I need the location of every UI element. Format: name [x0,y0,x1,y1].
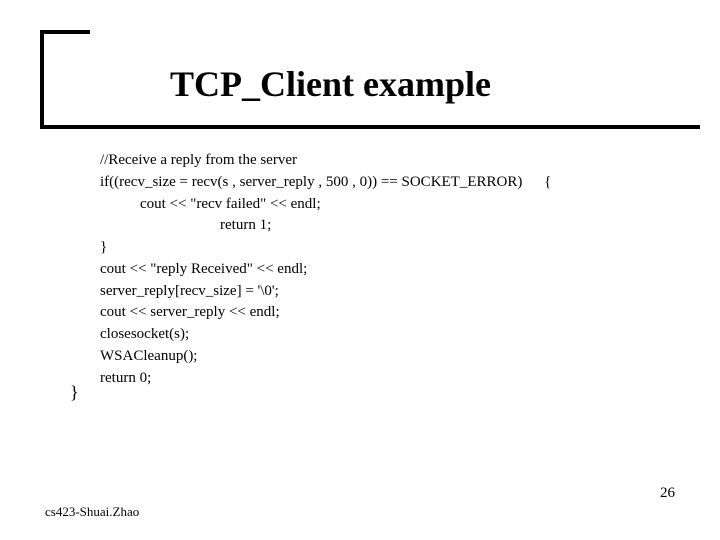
code-line: cout << "reply Received" << endl; [100,259,680,281]
title-rule-bottom [40,125,700,129]
slide: TCP_Client example //Receive a reply fro… [0,0,720,540]
code-line: closesocket(s); [100,324,680,346]
code-line: return 0; [100,368,680,390]
closing-brace: } [70,382,79,403]
code-line: WSACleanup(); [100,346,680,368]
code-line: if((recv_size = recv(s , server_reply , … [100,172,680,194]
code-line: cout << "recv failed" << endl; [100,194,680,216]
code-line: server_reply[recv_size] = '\0'; [100,281,680,303]
code-line: cout << server_reply << endl; [100,302,680,324]
title-rule-top [40,30,90,34]
footer-author: cs423-Shuai.Zhao [45,504,139,520]
code-line: //Receive a reply from the server [100,150,680,172]
footer-page-number: 26 [660,485,675,502]
slide-title: TCP_Client example [170,63,491,105]
code-body: //Receive a reply from the server if((re… [100,150,680,389]
title-area: TCP_Client example [40,30,700,125]
code-line: return 1; [100,215,680,237]
code-text: if((recv_size = recv(s , server_reply , … [100,174,522,190]
code-line: } [100,237,680,259]
title-rule-vertical [40,30,44,125]
code-text: { [544,172,551,194]
